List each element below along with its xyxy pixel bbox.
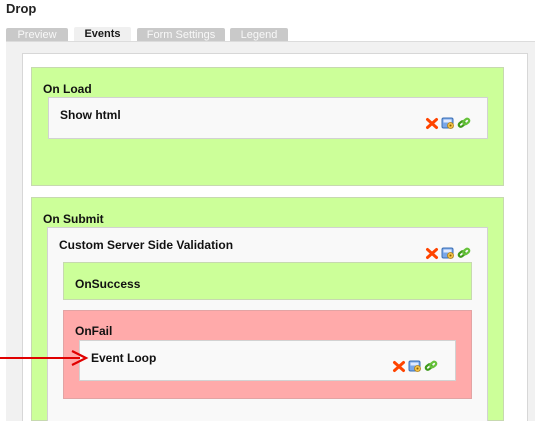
page-title: Drop (6, 1, 37, 16)
on-fail-label: OnFail (75, 324, 113, 338)
action-show-html-label: Show html (60, 108, 121, 122)
link-chain-icon[interactable] (457, 246, 471, 260)
on-success-label: OnSuccess (75, 277, 141, 291)
edit-settings-icon[interactable] (408, 359, 422, 373)
delete-x-icon[interactable] (425, 246, 439, 260)
delete-x-icon[interactable] (425, 116, 439, 130)
edit-settings-icon[interactable] (441, 116, 455, 130)
on-submit-label: On Submit (43, 212, 104, 226)
action-event-loop-label: Event Loop (91, 351, 157, 365)
action-show-html-toolbar (425, 116, 471, 130)
edit-settings-icon[interactable] (441, 246, 455, 260)
action-event-loop-toolbar (392, 359, 438, 373)
tab-legend[interactable]: Legend (230, 28, 288, 42)
delete-x-icon[interactable] (392, 359, 406, 373)
action-custom-validation-toolbar (425, 246, 471, 260)
tab-preview[interactable]: Preview (6, 28, 68, 42)
link-chain-icon[interactable] (457, 116, 471, 130)
action-custom-validation-label: Custom Server Side Validation (59, 238, 234, 252)
link-chain-icon[interactable] (424, 359, 438, 373)
tab-form-settings[interactable]: Form Settings (137, 28, 225, 42)
tab-events[interactable]: Events (74, 27, 131, 42)
annotation-arrow-icon (0, 350, 89, 366)
on-load-label: On Load (43, 82, 92, 96)
